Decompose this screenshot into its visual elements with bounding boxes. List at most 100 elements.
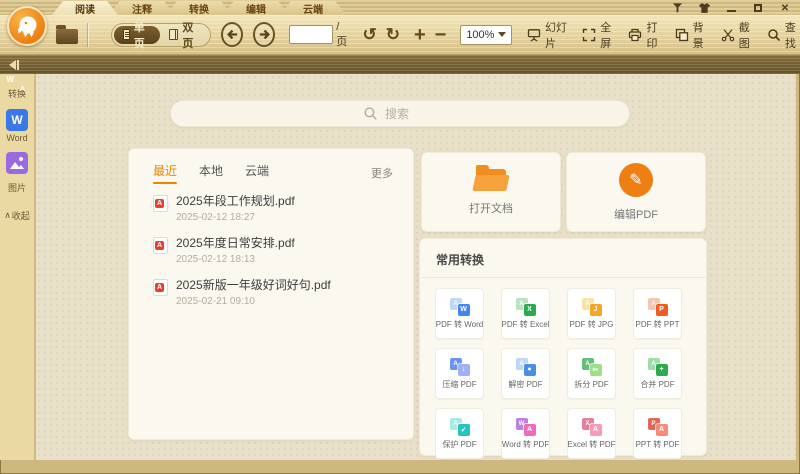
chevron-up-icon: ∧ bbox=[4, 210, 11, 221]
background-icon bbox=[675, 28, 689, 42]
folder-icon bbox=[56, 29, 78, 44]
double-page-button[interactable]: 双页 bbox=[160, 26, 208, 44]
screenshot-button[interactable]: 截图 bbox=[721, 19, 754, 51]
more-link[interactable]: 更多 bbox=[371, 165, 393, 181]
collapse-toolbar-icon[interactable] bbox=[670, 2, 684, 14]
conversion-card-合并PDF[interactable]: A+合并 PDF bbox=[633, 348, 682, 399]
conversion-icon: AJ bbox=[582, 298, 602, 316]
skin-icon[interactable] bbox=[697, 2, 711, 14]
edit-pencil-icon: ✎ bbox=[619, 163, 653, 197]
conversion-label: PDF 转 Word bbox=[436, 319, 483, 330]
minimize-button[interactable] bbox=[724, 2, 738, 14]
ribbon-tab-编辑[interactable]: 编辑 bbox=[223, 1, 289, 15]
zoom-level-select[interactable]: 100% bbox=[460, 25, 512, 45]
main-toolbar: 单页 双页 /页 ↺ ↻ + − 100% 幻灯片全屏打印背景截图查找 bbox=[0, 15, 800, 55]
ribbon-tab-转换[interactable]: 转换 bbox=[166, 1, 232, 15]
rotate-right-button[interactable]: ↻ bbox=[386, 26, 400, 43]
conversion-card-PDF转JPG[interactable]: AJ PDF 转 JPG bbox=[567, 288, 616, 339]
conversion-card-PDF转Excel[interactable]: AXPDF 转 Excel bbox=[501, 288, 550, 339]
sidebar-item-图片[interactable]: 图片 bbox=[6, 152, 28, 194]
recent-tab-最近[interactable]: 最近 bbox=[153, 162, 177, 184]
conversion-card-PPT转PDF[interactable]: PAPPT 转 PDF bbox=[633, 408, 682, 459]
file-row[interactable]: 2025新版一年级好词好句.pdf2025-02-21 09:10 bbox=[153, 278, 395, 307]
app-window: 阅读注释转换编辑云端 ✕ 单页 bbox=[0, 0, 800, 474]
page-number-input[interactable] bbox=[289, 25, 333, 44]
tool-label: 幻灯片 bbox=[545, 19, 569, 51]
app-logo-elephant-icon[interactable] bbox=[7, 6, 47, 46]
conversion-icon: WA bbox=[516, 418, 536, 436]
print-icon bbox=[628, 28, 642, 42]
slideshow-button[interactable]: 幻灯片 bbox=[527, 19, 569, 51]
close-button[interactable]: ✕ bbox=[778, 2, 792, 14]
conversion-card-Word转PDF[interactable]: WA Word 转 PDF bbox=[501, 408, 550, 459]
conversions-grid: AWPDF 转 WordAXPDF 转 ExcelAJPDF 转 JPGAPPD… bbox=[420, 278, 706, 459]
tool-label: 打印 bbox=[646, 19, 661, 51]
edit-pdf-card[interactable]: ✎ 编辑PDF bbox=[566, 152, 706, 232]
sidebar-item-Word[interactable]: WWord bbox=[6, 109, 28, 143]
recent-tab-本地[interactable]: 本地 bbox=[199, 162, 223, 184]
collapse-panel-icon[interactable] bbox=[9, 60, 19, 70]
ribbon-tab-注释[interactable]: 注释 bbox=[109, 1, 175, 15]
conversion-label: PPT 转 PDF bbox=[636, 439, 680, 450]
conversion-icon: A✂ bbox=[582, 358, 602, 376]
conversion-card-解密PDF[interactable]: A●解密 PDF bbox=[501, 348, 550, 399]
file-name: 2025年度日常安排.pdf bbox=[176, 236, 295, 251]
conversion-label: PDF 转 Excel bbox=[502, 319, 550, 330]
conversion-card-保护PDF[interactable]: A✓保护 PDF bbox=[435, 408, 484, 459]
double-page-icon bbox=[169, 29, 179, 40]
conversions-title: 常用转换 bbox=[420, 239, 706, 277]
conversion-icon: A↓ bbox=[450, 358, 470, 376]
open-document-card[interactable]: 打开文档 bbox=[421, 152, 561, 232]
background-button[interactable]: 背景 bbox=[675, 19, 708, 51]
pdf-file-icon bbox=[153, 237, 168, 254]
search-input[interactable] bbox=[385, 107, 437, 121]
file-row[interactable]: 2025年度日常安排.pdf2025-02-12 18:13 bbox=[153, 236, 395, 265]
single-page-button[interactable]: 单页 bbox=[114, 26, 160, 44]
ribbon-tab-阅读[interactable]: 阅读 bbox=[52, 1, 118, 15]
next-page-button[interactable] bbox=[253, 22, 275, 47]
conversion-card-PDF转PPT[interactable]: APPDF 转 PPT bbox=[633, 288, 682, 339]
ribbon-tabbar: 阅读注释转换编辑云端 bbox=[52, 1, 337, 15]
previous-page-button[interactable] bbox=[221, 22, 243, 47]
tool-label: 查找 bbox=[785, 19, 800, 51]
file-row[interactable]: 2025年段工作规划.pdf2025-02-12 18:27 bbox=[153, 194, 395, 223]
slideshow-icon bbox=[527, 28, 541, 42]
find-button[interactable]: 查找 bbox=[767, 19, 800, 51]
open-folder-icon bbox=[476, 169, 506, 191]
fullscreen-button[interactable]: 全屏 bbox=[582, 19, 615, 51]
conversion-card-拆分PDF[interactable]: A✂ 拆分 PDF bbox=[567, 348, 616, 399]
sidebar-item-转换[interactable]: AW转换 bbox=[8, 85, 26, 100]
zoom-in-button[interactable]: + bbox=[414, 25, 426, 45]
recent-tab-云端[interactable]: 云端 bbox=[245, 162, 269, 184]
rotate-left-button[interactable]: ↺ bbox=[362, 26, 376, 43]
sidebar-collapse-button[interactable]: ∧收起 bbox=[4, 209, 30, 222]
conversion-label: Word 转 PDF bbox=[502, 439, 549, 450]
toolbar-separator bbox=[87, 23, 88, 47]
conversion-card-PDF转Word[interactable]: AW PDF 转 Word bbox=[435, 288, 484, 339]
conversion-label: PDF 转 JPG bbox=[569, 319, 613, 330]
open-file-button[interactable] bbox=[56, 26, 78, 44]
maximize-button[interactable] bbox=[751, 2, 765, 14]
file-date: 2025-02-21 09:10 bbox=[176, 296, 331, 307]
pdf-file-icon bbox=[153, 279, 168, 296]
fullscreen-icon bbox=[582, 28, 596, 42]
ribbon-tab-云端[interactable]: 云端 bbox=[280, 1, 346, 15]
chevron-down-icon bbox=[498, 32, 506, 37]
single-page-label: 单页 bbox=[134, 19, 151, 51]
word-icon: W bbox=[6, 109, 28, 131]
tool-label: 全屏 bbox=[600, 19, 615, 51]
conversion-label: 拆分 PDF bbox=[574, 379, 608, 390]
conversion-label: 合并 PDF bbox=[640, 379, 674, 390]
home-content: 最近本地云端 更多 2025年段工作规划.pdf2025-02-12 18:27 2… bbox=[36, 74, 796, 460]
conversion-icon: AW bbox=[450, 298, 470, 316]
conversion-card-Excel转PDF[interactable]: XAExcel 转 PDF bbox=[567, 408, 616, 459]
collapse-label: 收起 bbox=[12, 209, 30, 222]
conversion-card-压缩PDF[interactable]: A↓压缩 PDF bbox=[435, 348, 484, 399]
zoom-out-button[interactable]: − bbox=[435, 25, 447, 45]
single-page-icon bbox=[123, 29, 130, 40]
toolbar-tools: 幻灯片 全屏打印背景截图查找 bbox=[527, 19, 800, 51]
search-bar[interactable] bbox=[170, 100, 630, 127]
print-button[interactable]: 打印 bbox=[628, 19, 661, 51]
conversion-label: 解密 PDF bbox=[508, 379, 542, 390]
conversion-icon: AP bbox=[648, 298, 668, 316]
